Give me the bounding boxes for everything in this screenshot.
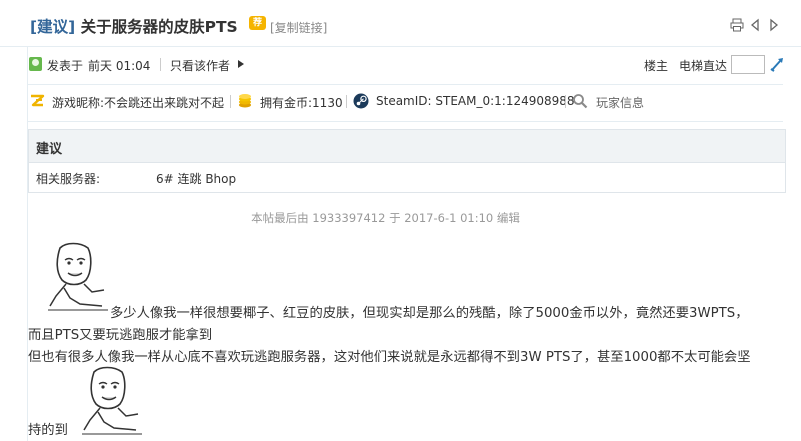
posted-label: 发表于 <box>47 59 84 73</box>
server-value: 6# 连跳 Bhop <box>156 172 237 186</box>
thread-title: [建议] 关于服务器的皮肤PTS <box>30 15 238 37</box>
thread-header: [建议] 关于服务器的皮肤PTS 荐 [复制链接] <box>0 0 801 47</box>
magnifier-icon <box>573 94 588 109</box>
post-body-line: 但也有很多人像我一样从心底不喜欢玩逃跑服务器，这对他们来说就是永远都得不到3W … <box>28 346 798 365</box>
divider <box>28 121 783 122</box>
edit-note: 本帖最后由 1933397412 于 2017-6-1 01:10 编辑 <box>0 210 801 226</box>
thread-category[interactable]: [建议] <box>30 18 75 36</box>
elevator-label: 电梯直达 <box>679 59 728 73</box>
separator <box>160 58 161 71</box>
posted-time: 前天 01:04 <box>88 59 151 73</box>
thread-title-text: 关于服务器的皮肤PTS <box>80 18 238 36</box>
player-info-row: 游戏昵称:不会跳还出来跳对不起 拥有金币:1130 SteamID: STEAM… <box>0 91 801 113</box>
post-body-text: 持的到 <box>28 423 68 438</box>
author-bar: 发表于 前天 01:04 只看该作者 楼主 电梯直达 <box>0 54 801 76</box>
floor-jump-input[interactable] <box>731 55 765 74</box>
suggestion-box: 建议 相关服务器: 6# 连跳 Bhop <box>28 129 786 193</box>
prev-thread-icon[interactable] <box>749 18 763 32</box>
author-avatar-icon <box>29 57 42 71</box>
steam-icon <box>353 93 369 109</box>
server-label: 相关服务器: <box>36 172 101 186</box>
separator <box>230 95 231 108</box>
separator <box>346 95 347 108</box>
divider <box>28 84 783 85</box>
player-info-link[interactable]: 玩家信息 <box>596 94 644 111</box>
post-page: [建议] 关于服务器的皮肤PTS 荐 [复制链接] 发表于 前天 01:04 只… <box>0 0 801 441</box>
post-body-line: 持的到 <box>28 419 798 438</box>
z-logo-icon <box>31 94 45 107</box>
suggestion-heading: 建议 <box>36 142 63 157</box>
suggestion-header: 建议 <box>29 130 785 163</box>
post-body-text: 但也有很多人像我一样从心底不喜欢玩逃跑服务器，这对他们来说就是永远都得不到3W … <box>28 350 751 365</box>
post-body-line: 多少人像我一样很想要椰子、红豆的皮肤，但现实却是那么的残酷，除了5000金币以外… <box>28 302 798 321</box>
gold-text: 拥有金币:1130 <box>260 96 343 110</box>
edit-note-text: 本帖最后由 1933397412 于 2017-6-1 01:10 编辑 <box>251 211 520 225</box>
post-body-text: 而且PTS又要玩逃跑服才能拿到 <box>28 328 213 343</box>
nickname-text: 游戏昵称:不会跳还出来跳对不起 <box>52 96 225 110</box>
only-author-link[interactable]: 只看该作者 <box>170 57 230 74</box>
print-icon[interactable] <box>730 18 744 32</box>
recommend-badge: 荐 <box>249 16 266 30</box>
coins-icon <box>239 94 251 108</box>
next-thread-icon[interactable] <box>766 18 780 32</box>
arrow-right-icon <box>238 60 244 68</box>
copy-link-button[interactable]: [复制链接] <box>270 19 327 36</box>
post-body-line: 而且PTS又要玩逃跑服才能拿到 <box>28 324 798 343</box>
separator <box>565 95 566 108</box>
post-body-text: 多少人像我一样很想要椰子、红豆的皮肤，但现实却是那么的残酷，除了5000金币以外… <box>110 306 749 321</box>
steam-id-text: SteamID: STEAM_0:1:124908988 <box>376 94 575 108</box>
floor-label: 楼主 <box>644 59 669 73</box>
jump-icon[interactable] <box>769 56 785 72</box>
